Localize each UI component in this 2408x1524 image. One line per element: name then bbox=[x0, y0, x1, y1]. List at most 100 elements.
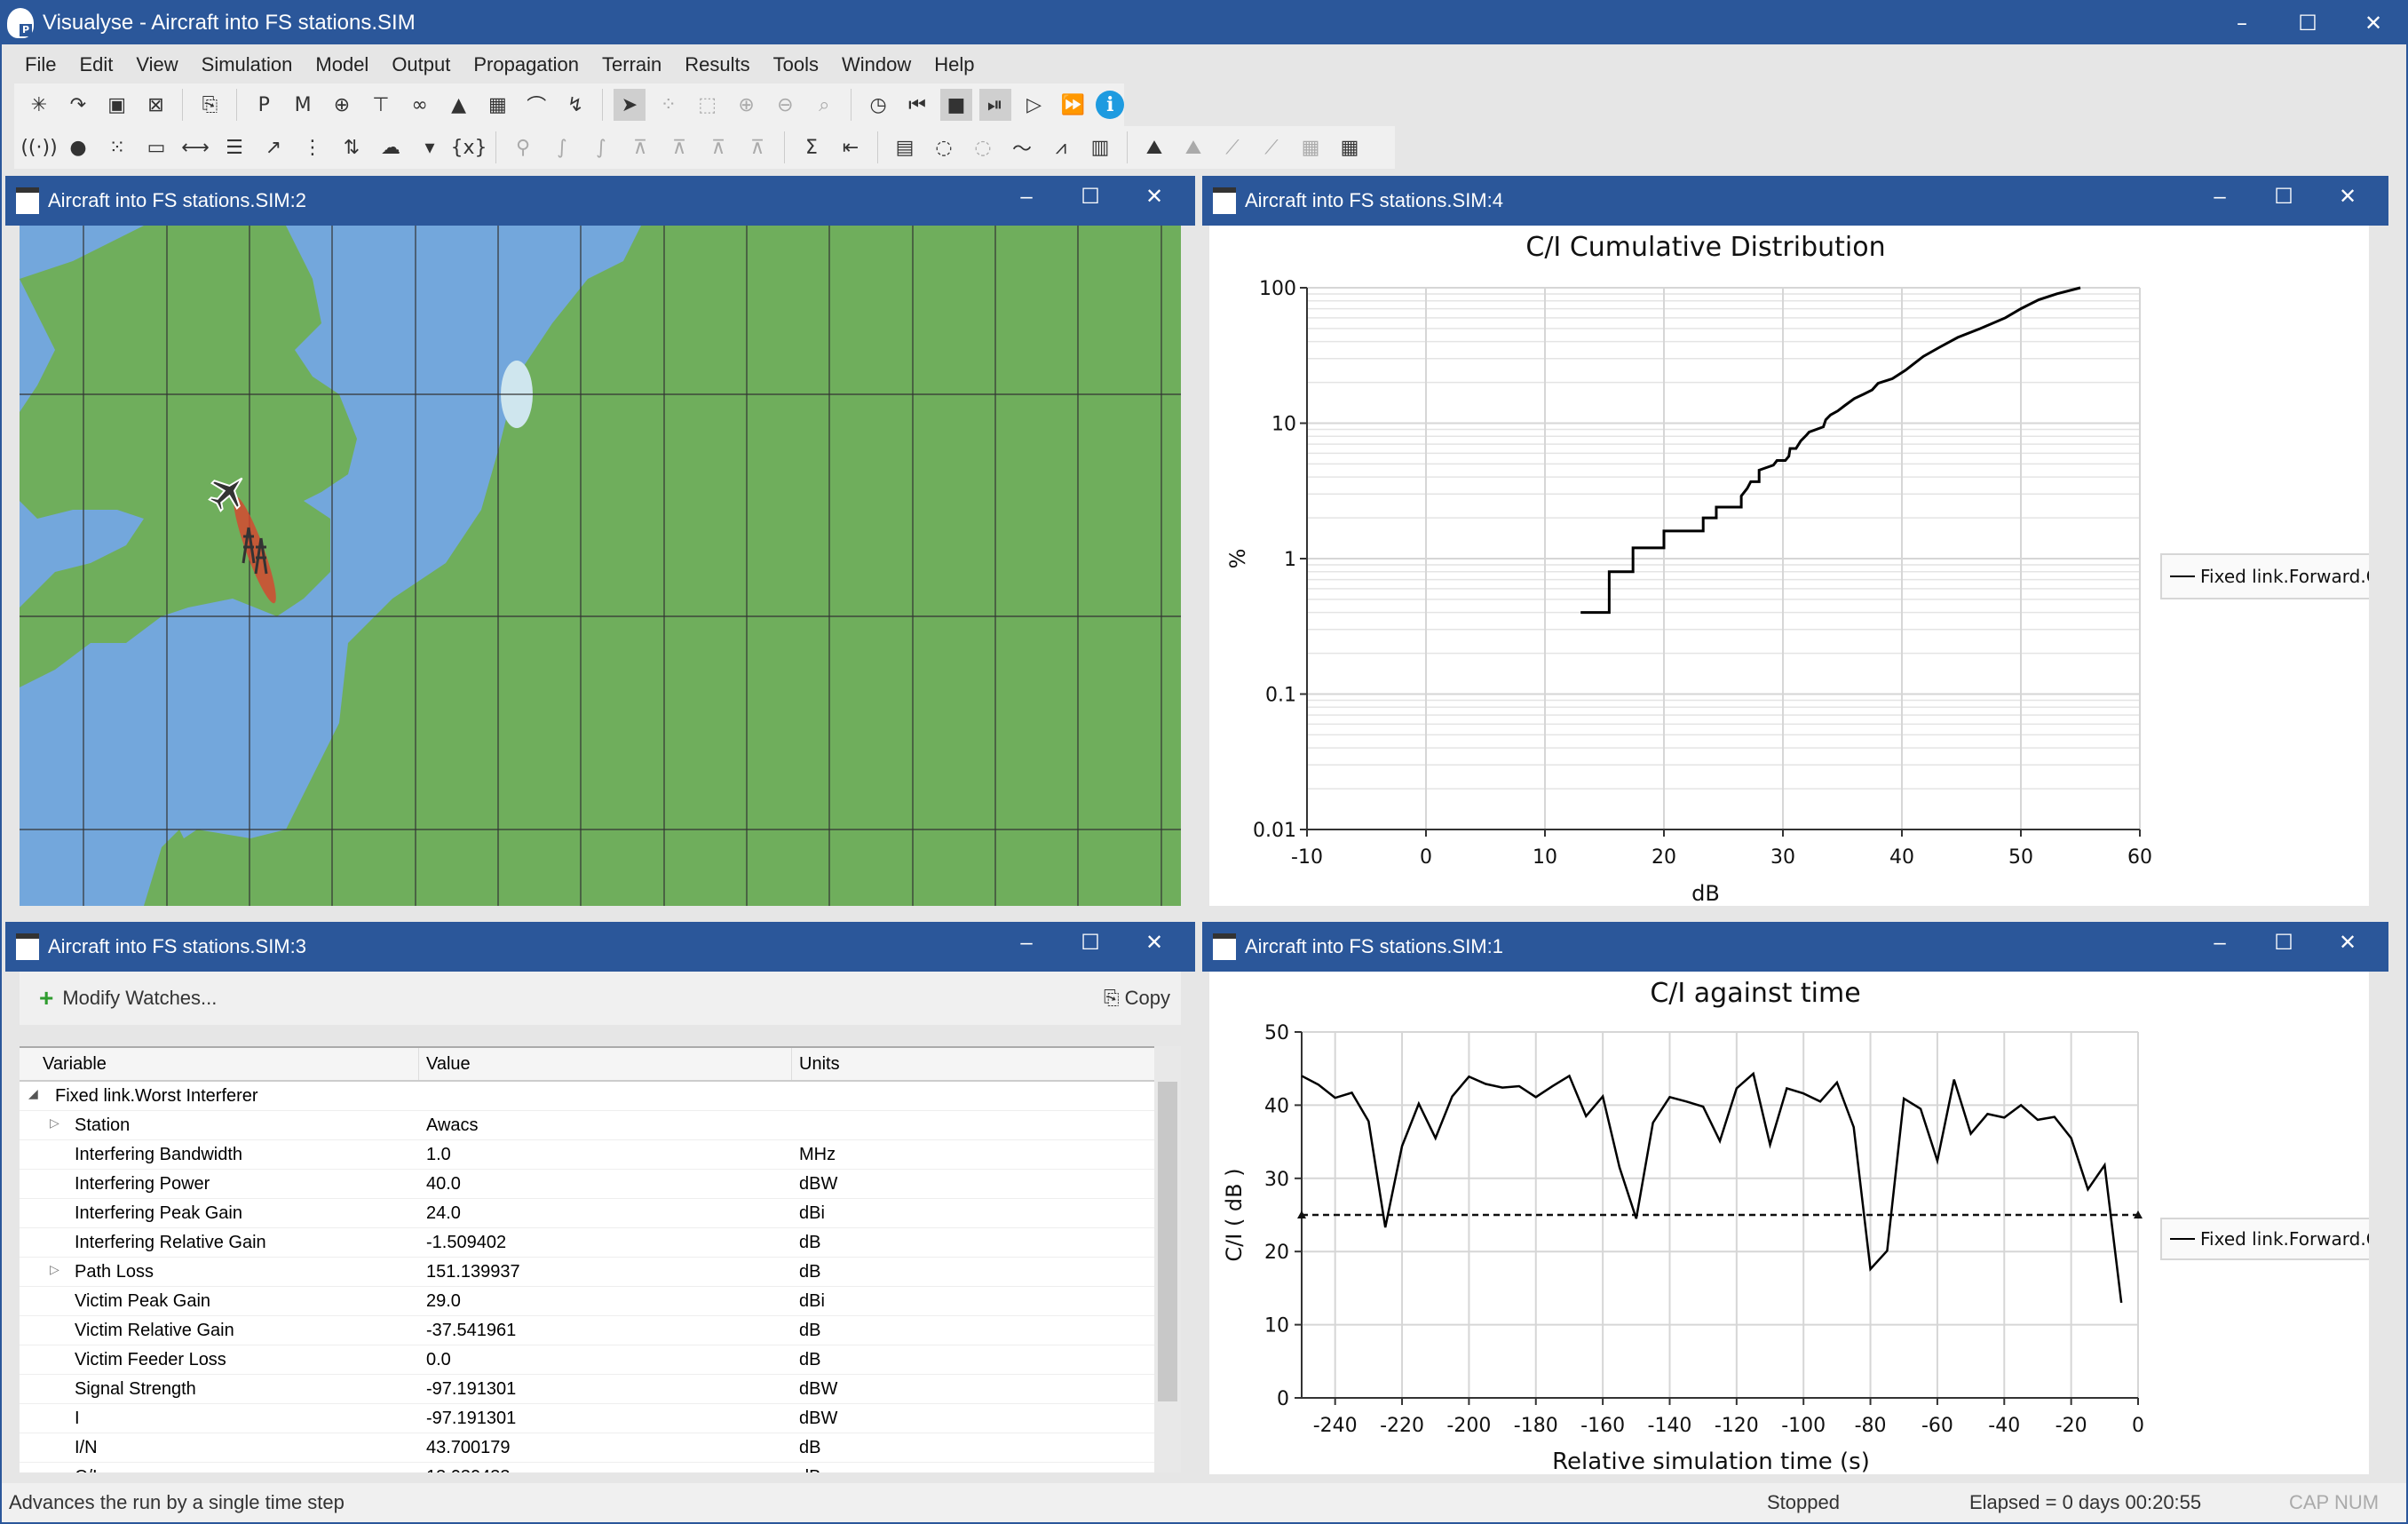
expand-triangle-icon[interactable]: ▷ bbox=[50, 1262, 59, 1277]
watch-row[interactable]: Interfering Peak Gain 24.0 dBi bbox=[20, 1199, 1181, 1228]
station-group-icon[interactable]: ⁙ bbox=[101, 131, 133, 163]
save-icon[interactable]: ▣ bbox=[101, 89, 133, 121]
sharing-icon[interactable]: ⋮ bbox=[297, 131, 329, 163]
menu-simulation[interactable]: Simulation bbox=[202, 53, 293, 76]
map-maximize-button[interactable]: ☐ bbox=[1058, 176, 1122, 226]
area-4-icon[interactable]: ⊼ bbox=[741, 131, 773, 163]
column-header-variable[interactable]: Variable bbox=[20, 1048, 419, 1080]
cdf-minimize-button[interactable]: – bbox=[2188, 176, 2252, 226]
coverage-add-icon[interactable]: ◌ bbox=[967, 131, 999, 163]
profile-add-icon[interactable]: ⟋ bbox=[1216, 131, 1248, 163]
watch-view-icon[interactable]: ∞ bbox=[404, 89, 436, 121]
link-group-icon[interactable]: ☰ bbox=[218, 131, 250, 163]
import-icon[interactable]: ⇤ bbox=[835, 131, 867, 163]
close-button[interactable]: ✕ bbox=[2341, 2, 2406, 44]
menu-propagation[interactable]: Propagation bbox=[473, 53, 579, 76]
info-icon[interactable]: i bbox=[1096, 91, 1125, 119]
fast-forward-icon[interactable]: ⏩ bbox=[1057, 89, 1089, 121]
scrollbar-thumb[interactable] bbox=[1158, 1082, 1177, 1401]
watch-minimize-button[interactable]: – bbox=[994, 922, 1058, 972]
building-add-icon[interactable]: ▦ bbox=[1295, 131, 1327, 163]
minimize-button[interactable]: – bbox=[2209, 2, 2275, 44]
property-view-icon[interactable]: P bbox=[248, 89, 280, 121]
map-close-button[interactable]: ✕ bbox=[1122, 176, 1186, 226]
map-canvas[interactable] bbox=[20, 226, 1181, 906]
watch-row[interactable]: Victim Peak Gain 29.0 dBi bbox=[20, 1287, 1181, 1316]
help-view-icon[interactable]: ↯ bbox=[559, 89, 591, 121]
area-3-icon[interactable]: ⊼ bbox=[702, 131, 734, 163]
watch-row[interactable]: C/I 13.030433dB bbox=[20, 1463, 1181, 1473]
map-view-icon[interactable]: M bbox=[287, 89, 319, 121]
menu-terrain[interactable]: Terrain bbox=[602, 53, 661, 76]
clock-icon[interactable]: ◷ bbox=[862, 89, 894, 121]
watch-row[interactable]: I -97.191301 dBW bbox=[20, 1404, 1181, 1433]
terrain-add-icon[interactable]: ⛰ bbox=[1177, 131, 1209, 163]
coverage-icon[interactable]: ◌ bbox=[928, 131, 960, 163]
menu-help[interactable]: Help bbox=[934, 53, 974, 76]
zoom-100-icon[interactable]: ⌕ bbox=[808, 89, 840, 121]
rewind-icon[interactable]: ⏮ bbox=[901, 89, 933, 121]
cdf-close-button[interactable]: ✕ bbox=[2316, 176, 2380, 226]
beam-icon[interactable]: ↗ bbox=[257, 131, 289, 163]
globe-view-icon[interactable]: ⊕ bbox=[326, 89, 358, 121]
column-header-units[interactable]: Units bbox=[792, 1048, 1181, 1080]
flux-icon[interactable]: ⚲ bbox=[507, 131, 539, 163]
report-icon[interactable]: ▤ bbox=[889, 131, 921, 163]
select-point-icon[interactable]: ⁘ bbox=[653, 89, 685, 121]
time-close-button[interactable]: ✕ bbox=[2316, 922, 2380, 972]
path-2-icon[interactable]: ∫ bbox=[585, 131, 617, 163]
watch-row[interactable]: Signal Strength -97.191301 dBW bbox=[20, 1375, 1181, 1404]
building-icon[interactable]: ▦ bbox=[1334, 131, 1366, 163]
station-icon[interactable]: ● bbox=[62, 131, 94, 163]
menu-file[interactable]: File bbox=[25, 53, 56, 76]
menu-tools[interactable]: Tools bbox=[773, 53, 819, 76]
watch-row[interactable]: Interfering Power 40.0 dBW bbox=[20, 1170, 1181, 1199]
table-view-icon[interactable]: ▦ bbox=[481, 89, 513, 121]
maximize-button[interactable]: ☐ bbox=[2275, 2, 2341, 44]
area-2-icon[interactable]: ⊼ bbox=[663, 131, 695, 163]
copy-button[interactable]: ⎘ Copy bbox=[1104, 987, 1170, 1010]
antenna-icon[interactable]: ((·)) bbox=[20, 131, 57, 163]
watch-row[interactable]: Victim Relative Gain -37.541961 dB bbox=[20, 1316, 1181, 1345]
time-plot-icon[interactable]: 〜 bbox=[1006, 131, 1038, 163]
select-area-icon[interactable]: ⬚ bbox=[692, 89, 724, 121]
watch-row[interactable]: Victim Feeder Loss 0.0 dB bbox=[20, 1345, 1181, 1375]
time-minimize-button[interactable]: – bbox=[2188, 922, 2252, 972]
watch-vertical-scrollbar[interactable] bbox=[1154, 1046, 1181, 1472]
profile-select-icon[interactable]: ⟋ bbox=[1255, 131, 1287, 163]
watch-row[interactable]: Interfering Relative Gain -1.509402 dB bbox=[20, 1228, 1181, 1258]
carrier-icon[interactable]: ▭ bbox=[140, 131, 172, 163]
interference-icon[interactable]: ⇅ bbox=[336, 131, 368, 163]
expand-triangle-icon[interactable]: ▷ bbox=[50, 1115, 59, 1131]
map-minimize-button[interactable]: – bbox=[994, 176, 1058, 226]
watch-close-button[interactable]: ✕ bbox=[1122, 922, 1186, 972]
menu-results[interactable]: Results bbox=[685, 53, 749, 76]
area-1-icon[interactable]: ⊼ bbox=[624, 131, 656, 163]
map-svg[interactable] bbox=[20, 226, 1181, 906]
column-header-value[interactable]: Value bbox=[419, 1048, 792, 1080]
distribution-icon[interactable]: ▥ bbox=[1084, 131, 1116, 163]
collapse-triangle-icon[interactable]: ◢ bbox=[28, 1086, 38, 1101]
play-icon[interactable]: ▷ bbox=[1018, 89, 1050, 121]
antenna-view-icon[interactable]: ⌒ bbox=[520, 89, 552, 121]
hierarchy-view-icon[interactable]: ⊤ bbox=[365, 89, 397, 121]
menu-edit[interactable]: Edit bbox=[79, 53, 113, 76]
menu-output[interactable]: Output bbox=[392, 53, 450, 76]
new-icon[interactable]: ✳ bbox=[23, 89, 55, 121]
copy-icon[interactable]: ⎘ bbox=[194, 89, 226, 121]
terrain-view-icon[interactable]: ▲ bbox=[443, 89, 475, 121]
sum-icon[interactable]: Σ bbox=[796, 131, 828, 163]
step-icon[interactable]: ⏯ bbox=[978, 89, 1011, 121]
watch-row[interactable]: I/N 43.700179 dB bbox=[20, 1433, 1181, 1463]
link-icon[interactable]: ⟷ bbox=[179, 131, 211, 163]
menu-view[interactable]: View bbox=[136, 53, 178, 76]
open-icon[interactable]: ↷ bbox=[62, 89, 94, 121]
cdf-maximize-button[interactable]: ☐ bbox=[2252, 176, 2316, 226]
close-file-icon[interactable]: ⊠ bbox=[140, 89, 172, 121]
dropdown-icon[interactable]: ▾ bbox=[414, 131, 446, 163]
modify-watches-button[interactable]: Modify Watches... bbox=[62, 987, 217, 1010]
terrain-icon[interactable]: ⛰ bbox=[1138, 131, 1170, 163]
watch-row[interactable]: Interfering Bandwidth 1.0 MHz bbox=[20, 1140, 1181, 1170]
watch-group-row[interactable]: ◢ Fixed link.Worst Interferer bbox=[20, 1082, 1181, 1111]
zoom-in-icon[interactable]: ⊕ bbox=[731, 89, 763, 121]
